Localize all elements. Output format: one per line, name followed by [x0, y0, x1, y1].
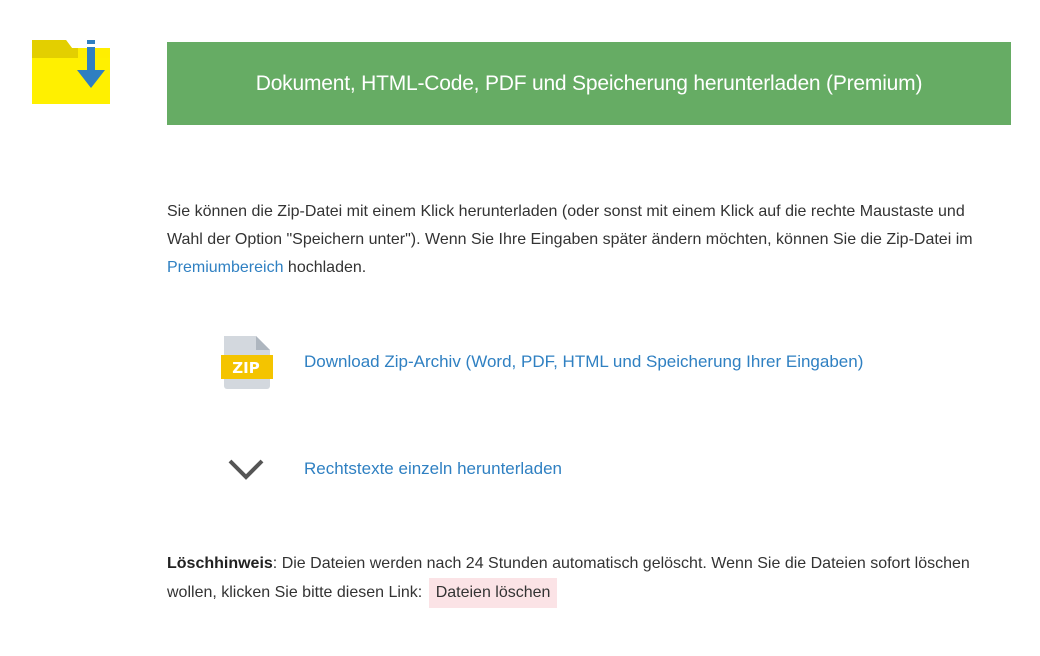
zip-icon-label: ZIP — [232, 359, 259, 377]
banner-title: Dokument, HTML-Code, PDF und Speicherung… — [255, 71, 923, 95]
chevron-down-icon[interactable] — [227, 457, 265, 481]
download-zip-link[interactable]: Download Zip-Archiv (Word, PDF, HTML und… — [304, 350, 863, 374]
download-banner: Dokument, HTML-Code, PDF und Speicherung… — [167, 42, 1011, 125]
notice-title: Löschhinweis — [167, 555, 273, 572]
intro-text-before-link: Sie können die Zip-Datei mit einem Klick… — [167, 203, 973, 248]
intro-text-after-link: hochladen. — [283, 259, 367, 276]
premium-area-link[interactable]: Premiumbereich — [167, 259, 283, 276]
zip-file-icon[interactable]: ZIP — [220, 334, 274, 390]
download-page: Dokument, HTML-Code, PDF und Speicherung… — [0, 0, 1040, 656]
delete-files-button[interactable]: Dateien löschen — [428, 578, 558, 608]
delete-notice: Löschhinweis: Die Dateien werden nach 24… — [167, 549, 997, 608]
download-single-texts-link[interactable]: Rechtstexte einzeln herunterladen — [304, 457, 562, 481]
notice-text: : Die Dateien werden nach 24 Stunden aut… — [167, 555, 970, 601]
folder-download-icon — [32, 40, 110, 104]
intro-text: Sie können die Zip-Datei mit einem Klick… — [167, 198, 987, 282]
